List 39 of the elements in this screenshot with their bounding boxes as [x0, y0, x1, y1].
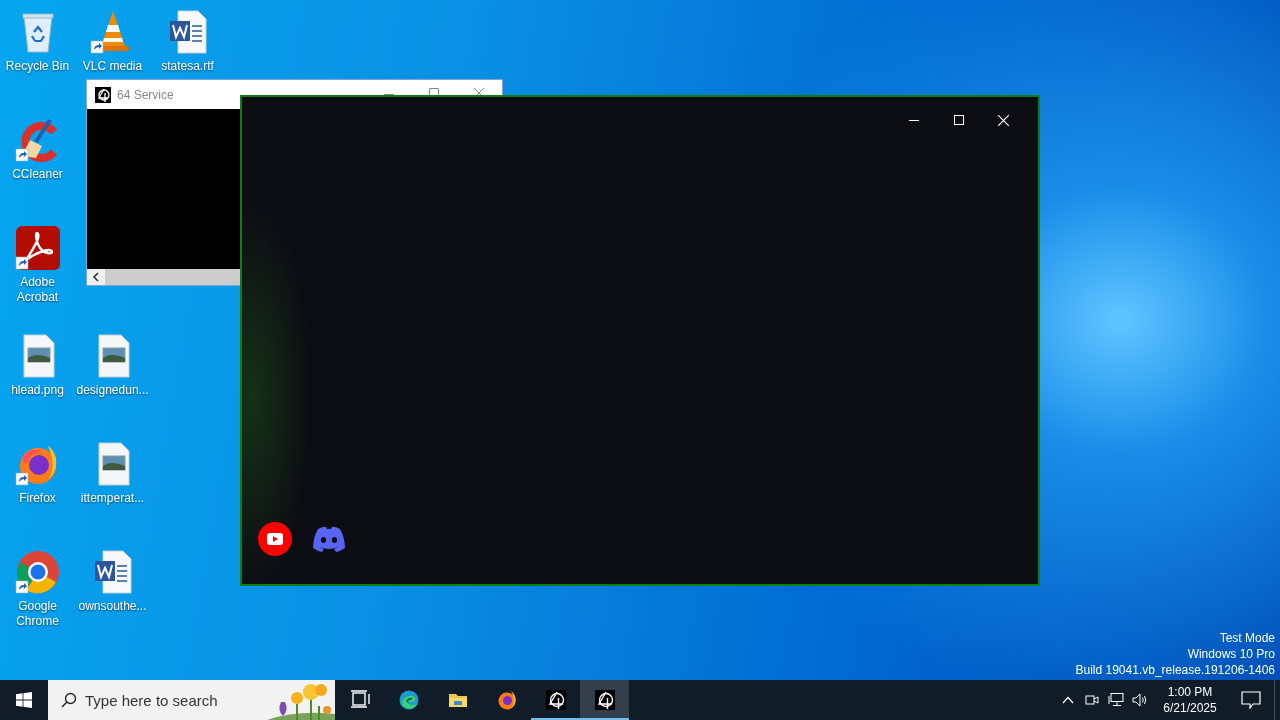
system-notice: Windows 10 Pro	[1187, 646, 1275, 662]
browser-icon	[496, 690, 517, 710]
chevron-up-icon	[1062, 696, 1074, 704]
app-logo-icon	[594, 690, 615, 710]
desktop-icon[interactable]: Google Chrome	[1, 544, 74, 629]
taskbar-button[interactable]	[580, 680, 629, 720]
desktop-icon[interactable]: hlead.png	[1, 328, 74, 398]
maximize-icon	[953, 115, 964, 125]
discord-icon[interactable]	[311, 525, 347, 553]
search-icon	[61, 692, 77, 708]
desktop-icon[interactable]: ittemperat...	[76, 436, 149, 506]
windows-logo-icon	[16, 692, 32, 708]
desktop-icon[interactable]: designedun...	[76, 328, 149, 398]
edge-icon	[398, 690, 419, 710]
system-notice: Test Mode	[1219, 630, 1275, 646]
desktop-icon[interactable]: statesa.rtf	[151, 4, 224, 74]
search-input[interactable]: Type here to search	[85, 691, 255, 709]
scroll-left-icon[interactable]	[92, 272, 100, 282]
desktop-icon[interactable]: ownsouthe...	[76, 544, 149, 614]
desktop-icon[interactable]: VLC media	[76, 4, 149, 74]
speech-bubble-icon	[1241, 691, 1261, 709]
search-box[interactable]: Type here to search	[48, 680, 335, 720]
desktop-icon[interactable]: Firefox	[1, 436, 74, 506]
window-title: 64 Service	[117, 87, 174, 102]
youtube-icon[interactable]	[258, 522, 292, 556]
close-icon	[998, 114, 1009, 126]
app-logo-icon	[545, 690, 566, 710]
clock[interactable]: 1:00 PM 6/21/2025	[1152, 680, 1228, 720]
system-notice: Build 19041.vb_release.191206-1406	[1075, 662, 1275, 678]
desktop-icon[interactable]: Recycle Bin	[1, 4, 74, 74]
desktop-icon[interactable]: Adobe Acrobat	[1, 220, 74, 305]
close-icon[interactable]	[474, 88, 484, 95]
app-logo-icon	[95, 86, 111, 103]
maximize-icon[interactable]	[429, 88, 439, 95]
desktop-icon[interactable]: CCleaner	[1, 112, 74, 182]
camera-icon	[1085, 693, 1099, 707]
speaker-icon	[1132, 693, 1148, 707]
network-icon	[1108, 693, 1124, 707]
task-view-icon	[349, 690, 370, 710]
